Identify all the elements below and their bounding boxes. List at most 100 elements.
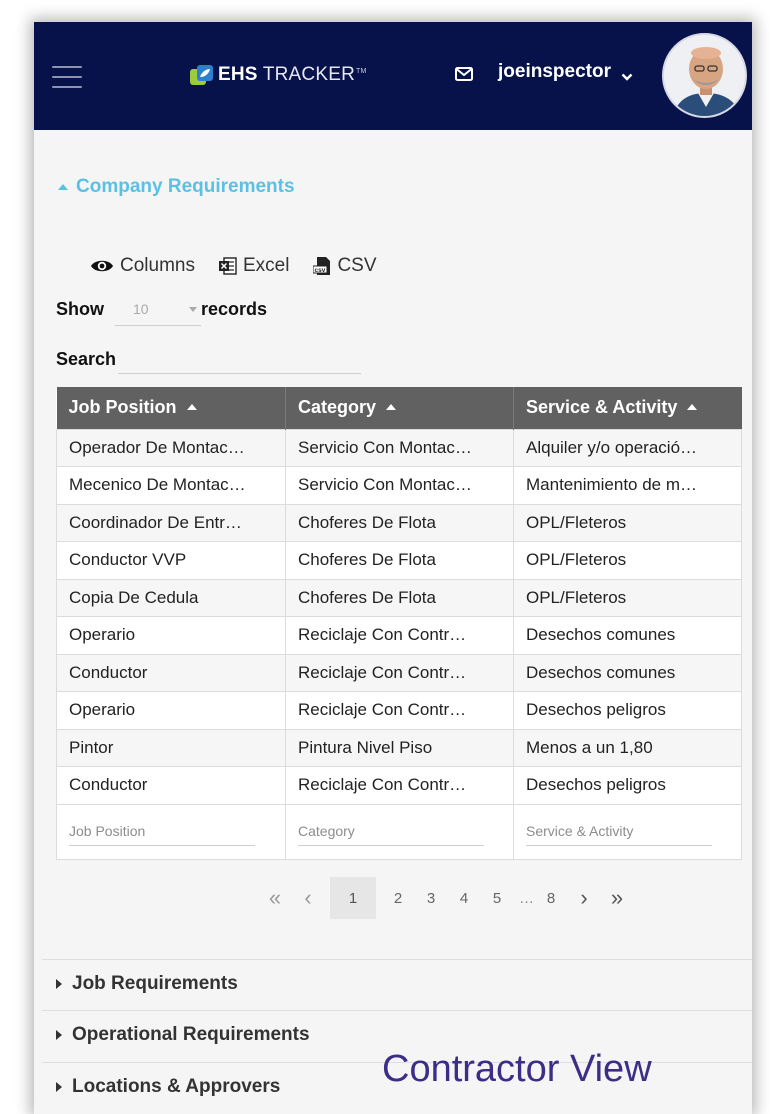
menu-icon[interactable]: [52, 66, 82, 88]
cell-service-activity: OPL/Fleteros: [513, 541, 742, 580]
search-control: Search: [56, 344, 362, 374]
requirements-table: Job Position Category Service & Activity…: [56, 387, 742, 860]
page-length-value: 10: [133, 300, 149, 317]
avatar[interactable]: [662, 33, 747, 118]
export-toolbar: Columns Excel csv CSV: [90, 255, 401, 277]
previous-page-button[interactable]: ‹: [297, 877, 319, 919]
page-button[interactable]: 3: [420, 877, 442, 919]
cell-job-position: Operario: [56, 691, 286, 730]
envelope-icon[interactable]: [455, 67, 473, 81]
sort-asc-icon: [386, 404, 397, 411]
logo-mark-icon: [190, 64, 214, 86]
logo-text-bold: EHS: [218, 64, 258, 85]
cell-category: Reciclaje Con Contr…: [285, 616, 514, 655]
cell-category: Choferes De Flota: [285, 503, 514, 542]
excel-file-icon: [218, 257, 237, 275]
chevron-down-icon[interactable]: [621, 69, 633, 81]
eye-icon: [91, 260, 113, 272]
cell-service-activity: Alquiler y/o operació…: [513, 428, 742, 467]
page-button-current[interactable]: 1: [330, 877, 376, 919]
cell-category: Reciclaje Con Contr…: [285, 766, 514, 805]
username-label[interactable]: joeinspector: [498, 61, 611, 83]
table-row[interactable]: Mecenico De Montac… Servicio Con Montac… M…: [56, 466, 742, 505]
cell-service-activity: Desechos peligros: [513, 766, 742, 805]
excel-label: Excel: [242, 255, 290, 276]
records-label: records: [201, 298, 268, 319]
filter-category-input[interactable]: [298, 817, 484, 846]
cell-service-activity: OPL/Fleteros: [513, 503, 742, 542]
table-row[interactable]: Coordinador De Entr… Choferes De Flota OPL…: [56, 503, 742, 542]
filter-row: [56, 803, 742, 860]
svg-text:csv: csv: [315, 267, 326, 274]
columns-button[interactable]: Columns: [90, 255, 195, 277]
first-page-button[interactable]: «: [264, 877, 286, 919]
company-requirements-title: Company Requirements: [76, 176, 295, 197]
table-row[interactable]: Operario Reciclaje Con Contr… Desechos pel…: [56, 691, 742, 730]
cell-job-position: Pintor: [56, 728, 286, 767]
cell-job-position: Conductor: [56, 653, 286, 692]
search-label: Search: [56, 348, 117, 369]
cell-category: Pintura Nivel Piso: [285, 728, 514, 767]
cell-service-activity: OPL/Fleteros: [513, 578, 742, 617]
job-requirements-toggle[interactable]: Job Requirements: [56, 973, 238, 995]
csv-button[interactable]: csv CSV: [313, 255, 377, 277]
search-input[interactable]: [118, 344, 362, 374]
cell-job-position: Conductor VVP: [56, 541, 286, 580]
cell-service-activity: Desechos peligros: [513, 691, 742, 730]
caret-right-icon: [56, 1030, 62, 1040]
caret-right-icon: [56, 979, 62, 989]
caret-right-icon: [56, 1082, 62, 1092]
column-header-service-activity[interactable]: Service & Activity: [513, 387, 742, 429]
filter-job-position-input[interactable]: [69, 817, 255, 846]
cell-service-activity: Menos a un 1,80: [513, 728, 742, 767]
table-row[interactable]: Operador De Montac… Servicio Con Montac… A…: [56, 428, 742, 467]
page-button-last-number[interactable]: 8: [540, 877, 562, 919]
table-header-row: Job Position Category Service & Activity: [56, 387, 742, 429]
top-navbar: EHS TRACKERTM joeinspector: [34, 22, 752, 130]
locations-approvers-title: Locations & Approvers: [72, 1076, 281, 1097]
table-row[interactable]: Copia De Cedula Choferes De Flota OPL/Flet…: [56, 578, 742, 617]
contractor-view-caption: Contractor View: [382, 1048, 652, 1090]
dropdown-caret-icon: [189, 307, 197, 312]
cell-category: Reciclaje Con Contr…: [285, 691, 514, 730]
cell-service-activity: Desechos comunes: [513, 653, 742, 692]
csv-label: CSV: [337, 255, 377, 276]
next-page-button[interactable]: ›: [573, 877, 595, 919]
cell-category: Choferes De Flota: [285, 578, 514, 617]
excel-button[interactable]: Excel: [218, 255, 290, 277]
table-row[interactable]: Conductor Reciclaje Con Contr… Desechos co…: [56, 653, 742, 692]
locations-approvers-toggle[interactable]: Locations & Approvers: [56, 1076, 280, 1098]
filter-service-activity-input[interactable]: [526, 817, 712, 846]
cell-category: Servicio Con Montac…: [285, 428, 514, 467]
sort-asc-icon: [186, 404, 197, 411]
table-row[interactable]: Pintor Pintura Nivel Piso Menos a un 1,80: [56, 728, 742, 767]
operational-requirements-toggle[interactable]: Operational Requirements: [56, 1024, 310, 1046]
divider: [42, 959, 752, 960]
table-row[interactable]: Operario Reciclaje Con Contr… Desechos com…: [56, 616, 742, 655]
show-label: Show: [56, 298, 104, 319]
app-frame: EHS TRACKERTM joeinspector Company Requi…: [34, 22, 752, 1114]
app-logo[interactable]: EHS TRACKERTM: [190, 60, 367, 90]
cell-job-position: Operador De Montac…: [56, 428, 286, 467]
page-button[interactable]: 4: [453, 877, 475, 919]
page-length-select[interactable]: 10: [115, 292, 201, 326]
column-header-category[interactable]: Category: [285, 387, 514, 429]
cell-category: Choferes De Flota: [285, 541, 514, 580]
page-button[interactable]: 5: [486, 877, 508, 919]
cell-service-activity: Mantenimiento de m…: [513, 466, 742, 505]
last-page-button[interactable]: »: [606, 877, 628, 919]
table-row[interactable]: Conductor Reciclaje Con Contr… Desechos pe…: [56, 766, 742, 805]
job-requirements-title: Job Requirements: [72, 973, 238, 994]
company-requirements-toggle[interactable]: Company Requirements: [58, 176, 295, 198]
cell-job-position: Copia De Cedula: [56, 578, 286, 617]
column-header-job-position[interactable]: Job Position: [56, 387, 286, 429]
page-length-control: Show 10 records: [56, 292, 267, 326]
table-row[interactable]: Conductor VVP Choferes De Flota OPL/Fleter…: [56, 541, 742, 580]
pagination: « ‹ 1 2 3 4 5 … 8 › »: [264, 877, 639, 919]
page-button[interactable]: 2: [387, 877, 409, 919]
columns-label: Columns: [120, 255, 195, 276]
caret-up-icon: [58, 184, 68, 190]
operational-requirements-title: Operational Requirements: [72, 1024, 310, 1045]
cell-job-position: Mecenico De Montac…: [56, 466, 286, 505]
cell-category: Reciclaje Con Contr…: [285, 653, 514, 692]
